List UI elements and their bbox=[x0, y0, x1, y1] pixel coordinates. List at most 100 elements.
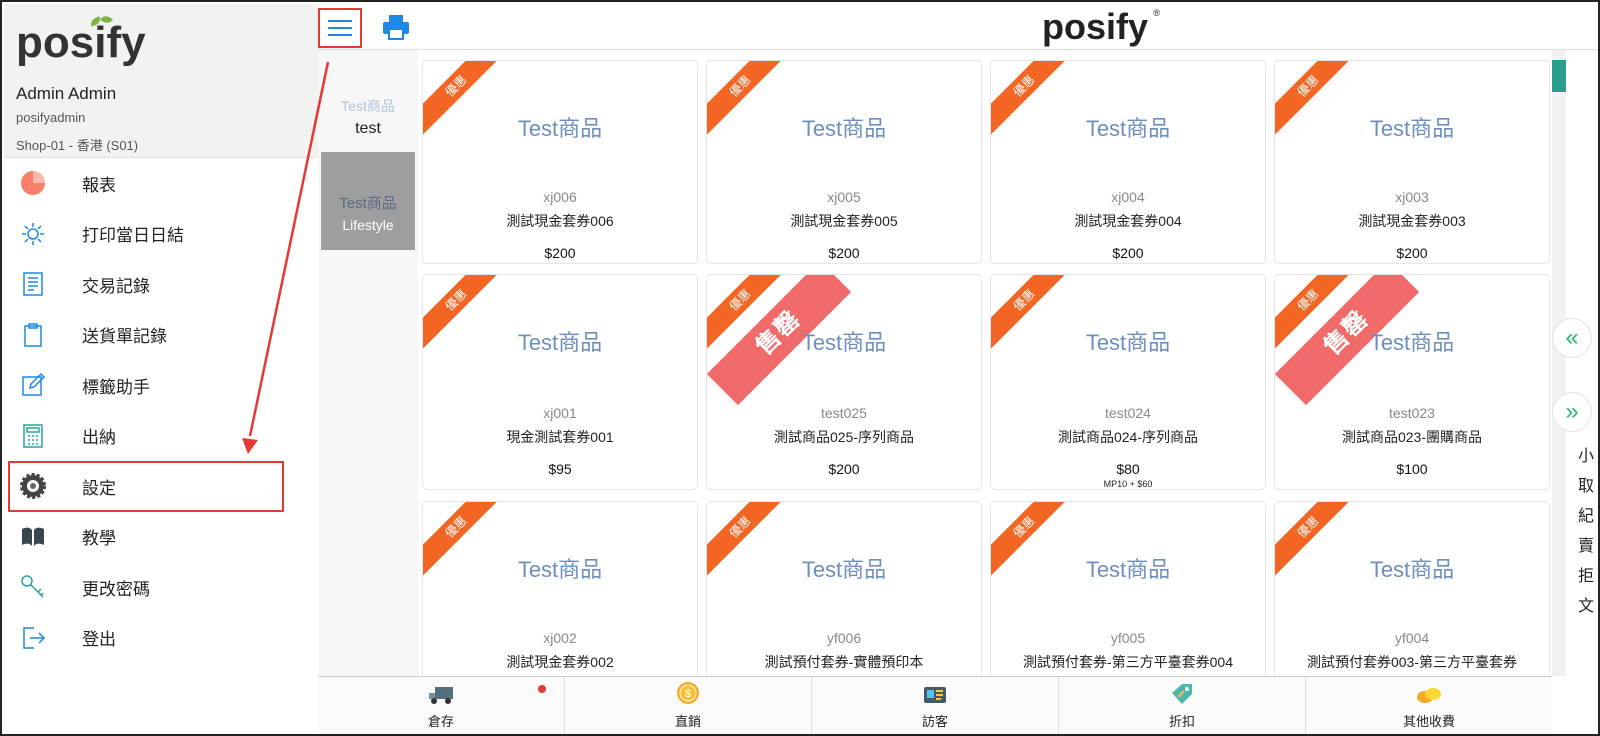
product-card[interactable]: 優惠 Test商品 yf005 測試預付套券-第三方平臺套券004 bbox=[990, 501, 1266, 676]
scroll-thumb[interactable] bbox=[1552, 60, 1566, 92]
app-window: posify Admin Admin posifyadmin Shop-01 -… bbox=[0, 0, 1600, 736]
side-panel-text: 小 取 紀 賣 拒 文 bbox=[1578, 448, 1595, 615]
product-image-text: Test商品 bbox=[1369, 116, 1455, 141]
tab-label: 直銷 bbox=[674, 714, 701, 729]
tab-label: 倉存 bbox=[427, 714, 454, 729]
product-card[interactable]: 優惠 Test商品 xj004 測試現金套券004 $200 bbox=[990, 60, 1266, 264]
bottom-toolbar: 倉存 $ 直銷 訪客 折扣 其他收費 bbox=[318, 676, 1552, 734]
coin-icon: $ bbox=[677, 682, 699, 704]
product-name: 測試商品025-序列商品 bbox=[773, 429, 915, 445]
user-name: Admin Admin bbox=[16, 84, 117, 103]
report-pie-icon bbox=[20, 170, 46, 196]
tab-other-charges[interactable]: 其他收費 bbox=[1306, 677, 1552, 734]
product-name: 測試現金套券003 bbox=[1358, 213, 1466, 229]
tab-visitor[interactable]: 訪客 bbox=[812, 677, 1059, 734]
product-grid: 優惠 Test商品 xj006 測試現金套券006 $200 優惠 Test商品… bbox=[422, 50, 1572, 676]
product-name: 測試預付套券-實體預印本 bbox=[764, 654, 924, 670]
product-name: 測試現金套券004 bbox=[1074, 213, 1182, 229]
product-name: 測試預付套券-第三方平臺套券004 bbox=[1022, 654, 1234, 670]
product-card[interactable]: 優惠 Test商品 xj005 測試現金套券005 $200 bbox=[706, 60, 982, 264]
sidebar-item-label-helper[interactable]: 標籤助手 bbox=[4, 360, 318, 411]
sidebar-item-label: 設定 bbox=[82, 478, 116, 498]
product-name: 測試現金套券006 bbox=[506, 213, 614, 229]
product-code: yf004 bbox=[1394, 630, 1430, 646]
sidebar-item-tutorial[interactable]: 教學 bbox=[4, 512, 318, 563]
posify-logo: posify ® bbox=[1042, 6, 1161, 47]
key-icon bbox=[20, 574, 46, 600]
calculator-icon bbox=[20, 423, 46, 449]
product-card[interactable]: 優惠 Test商品 test024 測試商品024-序列商品 $80 MP10 … bbox=[990, 274, 1266, 490]
product-code: yf006 bbox=[826, 630, 862, 646]
sidebar-item-change-password[interactable]: 更改密碼 bbox=[4, 562, 318, 613]
product-code: xj004 bbox=[1111, 189, 1145, 205]
category-item[interactable]: Test商品 test bbox=[321, 50, 415, 152]
product-scrollbar[interactable] bbox=[1552, 50, 1566, 676]
sidebar-item-settings[interactable]: 設定 bbox=[8, 461, 284, 512]
print-button[interactable] bbox=[382, 14, 410, 40]
user-id: posifyadmin bbox=[16, 110, 86, 125]
product-image-text: Test商品 bbox=[517, 330, 603, 355]
product-code: xj001 bbox=[543, 405, 577, 421]
double-chevron-left-icon: « bbox=[1565, 324, 1579, 351]
logout-icon bbox=[20, 625, 46, 651]
sidebar-item-label: 登出 bbox=[82, 630, 116, 650]
tab-inventory[interactable]: 倉存 bbox=[318, 677, 565, 734]
expand-panel-button[interactable]: » bbox=[1552, 392, 1592, 432]
product-code: xj003 bbox=[1395, 189, 1429, 205]
product-image-text: Test商品 bbox=[1085, 557, 1171, 582]
category-name: Lifestyle bbox=[342, 217, 394, 233]
coins-icon bbox=[1417, 688, 1441, 703]
sidebar-item-label: 打印當日日結 bbox=[82, 226, 184, 246]
product-name: 測試現金套券002 bbox=[506, 654, 614, 670]
tab-discount[interactable]: 折扣 bbox=[1059, 677, 1306, 734]
product-name: 測試商品024-序列商品 bbox=[1057, 429, 1199, 445]
product-card[interactable]: 售罄 優惠 Test商品 test023 測試商品023-團購商品 $100 bbox=[1274, 274, 1550, 490]
collapse-panel-button[interactable]: « bbox=[1552, 318, 1592, 358]
top-bar: posify ® bbox=[318, 4, 1598, 50]
product-price: $100 bbox=[1396, 461, 1428, 477]
product-price: $200 bbox=[828, 245, 860, 261]
edit-icon bbox=[20, 372, 46, 398]
tab-label: 其他收費 bbox=[1402, 714, 1455, 729]
product-card[interactable]: 優惠 Test商品 yf004 測試預付套券003-第三方平臺套券 bbox=[1274, 501, 1550, 676]
category-name: test bbox=[355, 120, 381, 137]
sidebar-item-delivery-notes[interactable]: 送貨單記錄 bbox=[4, 310, 318, 361]
product-member-price: MP10 + $60 bbox=[1103, 479, 1153, 489]
book-icon bbox=[20, 524, 46, 550]
sidebar-item-logout[interactable]: 登出 bbox=[4, 613, 318, 664]
tag-icon bbox=[1172, 684, 1192, 704]
product-card[interactable]: 優惠 Test商品 xj003 測試現金套券003 $200 bbox=[1274, 60, 1550, 264]
product-name: 測試商品023-團購商品 bbox=[1341, 429, 1483, 445]
sidebar-item-transactions[interactable]: 交易記錄 bbox=[4, 259, 318, 310]
product-image-text: Test商品 bbox=[1085, 330, 1171, 355]
product-card[interactable]: 優惠 Test商品 xj002 測試現金套券002 bbox=[422, 501, 698, 676]
product-image-text: Test商品 bbox=[1369, 330, 1455, 355]
posify-logo: posify bbox=[16, 13, 306, 76]
product-card[interactable]: 優惠 Test商品 yf006 測試預付套券-實體預印本 bbox=[706, 501, 982, 676]
sidebar-item-label: 標籤助手 bbox=[82, 377, 150, 397]
sidebar-menu: 報表 打印當日日結 交易記錄 送貨單記錄 標籤助手 出納 設定 教學 更改密碼 … bbox=[4, 158, 318, 663]
product-price: $200 bbox=[1112, 245, 1144, 261]
product-name: 測試預付套券003-第三方平臺套券 bbox=[1306, 654, 1518, 670]
sidebar-item-label: 教學 bbox=[82, 529, 116, 549]
tab-direct-sales[interactable]: $ 直銷 bbox=[565, 677, 812, 734]
product-card[interactable]: 售罄 優惠 Test商品 test025 測試商品025-序列商品 $200 bbox=[706, 274, 982, 490]
svg-text:$: $ bbox=[685, 688, 691, 700]
sidebar-item-print-daily[interactable]: 打印當日日結 bbox=[4, 209, 318, 260]
product-card[interactable]: 優惠 Test商品 xj001 現金測試套券001 $95 bbox=[422, 274, 698, 490]
product-name: 測試現金套券005 bbox=[790, 213, 898, 229]
product-price: $200 bbox=[544, 245, 576, 261]
product-price: $80 bbox=[1116, 461, 1140, 477]
product-image-text: Test商品 bbox=[1085, 116, 1171, 141]
sidebar-item-cashier[interactable]: 出納 bbox=[4, 411, 318, 462]
category-item-active[interactable]: Test商品 Lifestyle bbox=[321, 152, 415, 250]
ledger-icon bbox=[20, 271, 46, 297]
product-card[interactable]: 優惠 Test商品 xj006 測試現金套券006 $200 bbox=[422, 60, 698, 264]
shop-name: Shop-01 - 香港 (S01) bbox=[16, 138, 139, 153]
menu-toggle-button[interactable] bbox=[318, 8, 362, 48]
product-image-text: Test商品 bbox=[517, 557, 603, 582]
product-price: $200 bbox=[1396, 245, 1428, 261]
notification-dot bbox=[538, 685, 546, 693]
sidebar-item-report[interactable]: 報表 bbox=[4, 158, 318, 209]
tab-label: 訪客 bbox=[921, 714, 948, 729]
